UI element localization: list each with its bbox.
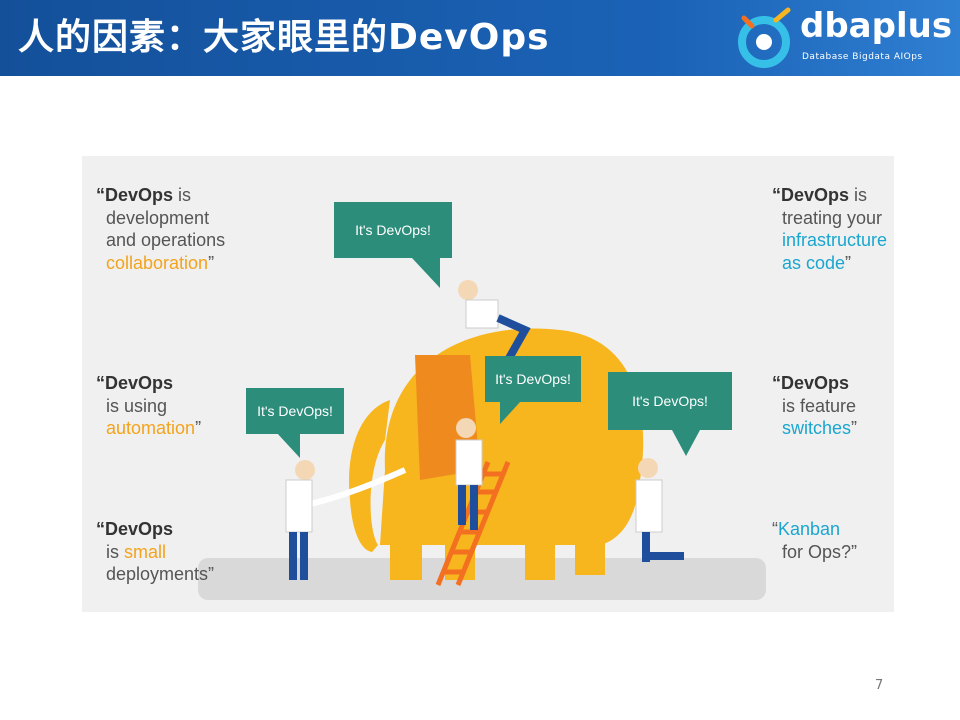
speech-bubble: It's DevOps! [485,356,581,402]
speech-bubble: It's DevOps! [334,202,452,258]
person-right [635,458,684,562]
ground-shadow [198,558,766,600]
devops-elephant-illustration [198,258,766,600]
bubble-tail-4 [672,430,700,456]
speech-bubble: It's DevOps! [246,388,344,434]
quote-infrastructure-as-code: “DevOps is treating your infrastructure … [772,185,888,273]
bubble-tail-2 [276,432,300,458]
quote-collaboration: “DevOps is development and operations co… [96,185,226,273]
quote-automation: “DevOps is using automation” [96,373,202,438]
quote-kanban: “Kanban for Ops?” [772,519,858,562]
page-number: 7 [875,678,884,693]
bubble-tail-1 [412,258,440,288]
speech-bubble: It's DevOps! [608,372,732,430]
quote-small-deployments: “DevOps is small deployments” [96,519,215,584]
quote-feature-switches: “DevOps is feature switches” [772,373,858,438]
